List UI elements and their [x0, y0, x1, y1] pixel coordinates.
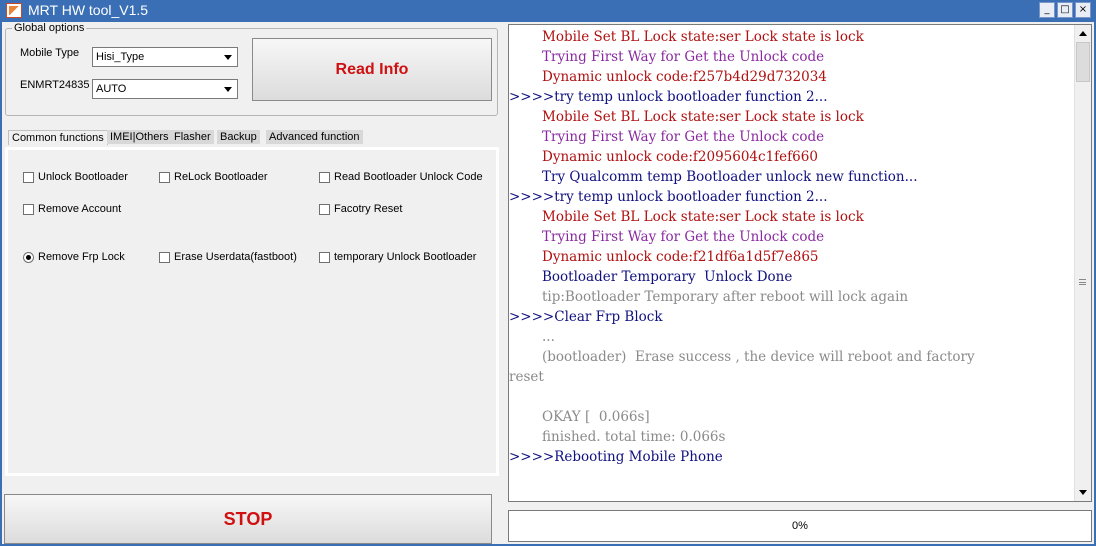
log-line: OKAY [ 0.066s] — [542, 409, 650, 425]
scroll-up-arrow-icon[interactable] — [1075, 25, 1091, 41]
mobile-type-value: Hisi_Type — [96, 51, 145, 63]
scroll-grip-icon — [1079, 279, 1086, 285]
log-line: >>>>try temp unlock bootloader function … — [509, 189, 828, 205]
read-bootloader-unlock-code-option[interactable]: Read Bootloader Unlock Code — [319, 170, 483, 184]
mobile-type-label: Mobile Type — [20, 47, 80, 59]
remove-frp-lock-radio[interactable] — [23, 251, 34, 263]
read-bootloader-unlock-code-checkbox[interactable] — [319, 171, 330, 183]
maximize-button[interactable]: □ — [1057, 2, 1073, 18]
progress-label: 0% — [792, 520, 808, 532]
enmrt-select[interactable]: AUTO — [92, 79, 238, 99]
log-line: >>>>Rebooting Mobile Phone — [509, 449, 723, 465]
log-line: Mobile Set BL Lock state:ser Lock state … — [542, 209, 864, 225]
tab-flasher[interactable]: Flasher — [171, 130, 214, 144]
remove-frp-lock-option[interactable]: Remove Frp Lock — [23, 250, 125, 264]
read-info-button[interactable]: Read Info — [252, 38, 492, 101]
log-lines: Mobile Set BL Lock state:ser Lock state … — [509, 27, 1074, 467]
factory-reset-label: Facotry Reset — [334, 203, 403, 215]
log-line: (bootloader) Erase success , the device … — [542, 349, 975, 365]
main-window: Global options Mobile Type Hisi_Type ENM… — [2, 22, 1094, 544]
log-line: Bootloader Temporary Unlock Done — [542, 269, 793, 285]
enmrt-label: ENMRT24835 — [20, 79, 90, 91]
enmrt-value: AUTO — [96, 83, 127, 95]
unlock-bootloader-option[interactable]: Unlock Bootloader — [23, 170, 128, 184]
relock-bootloader-option[interactable]: ReLock Bootloader — [159, 170, 268, 184]
tab-common-functions[interactable]: Common functions — [8, 130, 108, 145]
remove-account-label: Remove Account — [38, 203, 122, 215]
scroll-thumb[interactable] — [1076, 42, 1090, 82]
log-output[interactable]: Mobile Set BL Lock state:ser Lock state … — [508, 24, 1092, 502]
window-title: MRT HW tool_V1.5 — [28, 2, 149, 18]
relock-bootloader-label: ReLock Bootloader — [174, 171, 268, 183]
tab-backup[interactable]: Backup — [217, 130, 260, 144]
mobile-type-select[interactable]: Hisi_Type — [92, 47, 238, 67]
log-line: Dynamic unlock code:f257b4d29d732034 — [542, 69, 827, 85]
tab-advanced-function[interactable]: Advanced function — [266, 130, 363, 144]
temporary-unlock-bootloader-option[interactable]: temporary Unlock Bootloader — [319, 250, 476, 264]
relock-bootloader-checkbox[interactable] — [159, 171, 170, 183]
title-bar[interactable]: MRT HW tool_V1.5 _ □ × — [0, 0, 1096, 22]
factory-reset-checkbox[interactable] — [319, 203, 330, 215]
log-line: Dynamic unlock code:f21df6a1d5f7e865 — [542, 249, 819, 265]
app-icon — [6, 3, 22, 18]
log-line: Dynamic unlock code:f2095604c1fef660 — [542, 149, 818, 165]
common-functions-panel: Unlock Bootloader ReLock Bootloader Read… — [5, 147, 499, 476]
erase-userdata-option[interactable]: Erase Userdata(fastboot) — [159, 250, 297, 264]
log-line: >>>>Clear Frp Block — [509, 309, 663, 325]
log-line: Trying First Way for Get the Unlock code — [542, 129, 825, 145]
stop-button[interactable]: STOP — [4, 494, 492, 544]
log-line: reset — [509, 369, 544, 385]
scroll-down-arrow-icon[interactable] — [1075, 485, 1091, 501]
log-line: >>>>try temp unlock bootloader function … — [509, 89, 828, 105]
chevron-down-icon[interactable] — [221, 50, 235, 64]
remove-account-option[interactable]: Remove Account — [23, 202, 121, 216]
unlock-bootloader-checkbox[interactable] — [23, 171, 34, 183]
factory-reset-option[interactable]: Facotry Reset — [319, 202, 402, 216]
remove-frp-lock-label: Remove Frp Lock — [38, 251, 125, 263]
read-bootloader-unlock-code-label: Read Bootloader Unlock Code — [334, 171, 483, 183]
log-scrollbar[interactable] — [1074, 25, 1091, 501]
log-line: Try Qualcomm temp Bootloader unlock new … — [542, 169, 918, 185]
log-line: ... — [542, 329, 555, 345]
log-line: Trying First Way for Get the Unlock code — [542, 229, 825, 245]
global-options-group: Global options Mobile Type Hisi_Type ENM… — [5, 22, 498, 116]
temporary-unlock-bootloader-label: temporary Unlock Bootloader — [334, 251, 477, 263]
erase-userdata-checkbox[interactable] — [159, 251, 170, 263]
log-line: finished. total time: 0.066s — [542, 429, 726, 445]
erase-userdata-label: Erase Userdata(fastboot) — [174, 251, 297, 263]
unlock-bootloader-label: Unlock Bootloader — [38, 171, 128, 183]
minimize-button[interactable]: _ — [1039, 2, 1055, 18]
tab-imei-others[interactable]: IMEI|Others — [107, 130, 172, 144]
remove-account-checkbox[interactable] — [23, 203, 34, 215]
log-line: tip:Bootloader Temporary after reboot wi… — [542, 289, 909, 305]
progress-bar: 0% — [508, 510, 1092, 542]
log-line: Mobile Set BL Lock state:ser Lock state … — [542, 109, 864, 125]
chevron-down-icon[interactable] — [221, 82, 235, 96]
global-options-legend: Global options — [12, 22, 87, 34]
close-button[interactable]: × — [1075, 2, 1091, 18]
common-functions-content: Unlock Bootloader ReLock Bootloader Read… — [8, 150, 496, 473]
log-line: Trying First Way for Get the Unlock code — [542, 49, 825, 65]
log-line: Mobile Set BL Lock state:ser Lock state … — [542, 29, 864, 45]
temporary-unlock-bootloader-checkbox[interactable] — [319, 251, 330, 263]
